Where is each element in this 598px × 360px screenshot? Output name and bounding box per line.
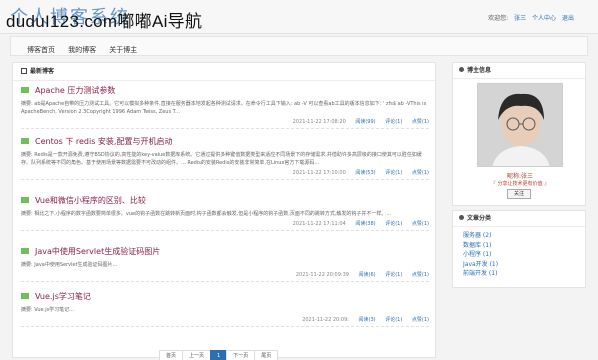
article-meta: 2021-11-22 20:09: 阅读(3) 评论(1) 点赞(1) — [21, 316, 429, 327]
article-comments[interactable]: 评论(1) — [385, 317, 402, 323]
article-reads[interactable]: 阅读(6) — [359, 272, 376, 278]
avatar-photo — [478, 84, 562, 166]
article-summary: 摘要: ab是Apache自带的压力测试工具。它可以模拟多种条件,直接在服务器本… — [21, 101, 427, 115]
list-icon — [21, 68, 27, 74]
article-comments[interactable]: 评论(1) — [385, 170, 402, 176]
pagination: 首页 上一页 1 下一页 尾页 — [159, 342, 279, 360]
tag-icon — [21, 248, 29, 254]
article-date: 2021-11-22 17:11:04 — [292, 221, 346, 227]
article-meta: 2021-11-22 17:11:04 阅读(38) 评论(1) 点赞(1) — [21, 220, 429, 231]
category-item[interactable]: 数据库 (1) — [463, 241, 575, 251]
page-current[interactable]: 1 — [210, 350, 228, 360]
logout-link[interactable]: 退出 — [562, 15, 574, 22]
article-title[interactable]: Centos 下 redis 安装,配置与开机启动 — [21, 136, 429, 147]
article-item: Vue和微信小程序的区别、比较 摘要: 相比之下,小程序的数字函数要简单很多。v… — [21, 195, 429, 231]
category-panel: 文章分类 服务器 (2) 数据库 (1) 小程序 (1) Java开发 (1) … — [452, 210, 586, 288]
panel-header: 最新博客 — [13, 63, 435, 81]
article-date: 2021-11-22 17:10:00 — [292, 170, 346, 176]
page-prev[interactable]: 上一页 — [182, 350, 212, 360]
author-info-panel: 博主信息 昵称:张三 『 分享让技术更有价值 』 关注 — [452, 62, 586, 206]
category-item[interactable]: Java开发 (1) — [463, 260, 575, 270]
article-summary: 摘要: Java中使用Servlet生成验证码图片... — [21, 262, 118, 268]
category-item[interactable]: 小程序 (1) — [463, 250, 575, 260]
article-meta: 2021-11-22 20:09:39 阅读(6) 评论(1) 点赞(1) — [21, 271, 429, 282]
watermark-text: duduI123.com嘟嘟Ai导航 — [6, 12, 203, 31]
follow-button[interactable]: 关注 — [507, 189, 531, 199]
author-avatar — [477, 83, 563, 167]
user-area: 欢迎您: 张三 个人中心 退出 — [484, 13, 574, 22]
article-comments[interactable]: 评论(1) — [385, 221, 402, 227]
tag-icon — [21, 197, 29, 203]
category-icon — [459, 215, 464, 220]
panel-title: 最新博客 — [30, 68, 55, 75]
page-last[interactable]: 尾页 — [254, 350, 279, 360]
article-reads[interactable]: 阅读(53) — [355, 170, 375, 176]
article-summary: 摘要: Vue.js学习笔记... — [21, 307, 74, 313]
article-item: Vue.js学习笔记 摘要: Vue.js学习笔记... 2021-11-22 … — [21, 291, 429, 327]
tag-icon — [21, 87, 29, 93]
top-bar: 个人博客系统 duduI123.com嘟嘟Ai导航 欢迎您: 张三 个人中心 退… — [0, 0, 598, 34]
article-title[interactable]: Vue和微信小程序的区别、比较 — [21, 195, 429, 206]
category-list: 服务器 (2) 数据库 (1) 小程序 (1) Java开发 (1) 前端开发 … — [453, 227, 585, 283]
nav-about[interactable]: 关于博主 — [109, 41, 137, 59]
article-title[interactable]: Java中使用Servlet生成验证码图片 — [21, 246, 429, 257]
article-date: 2021-11-22 20:09: — [302, 317, 349, 323]
category-item[interactable]: 前端开发 (1) — [463, 269, 575, 279]
page-first[interactable]: 首页 — [159, 350, 184, 360]
article-summary: 摘要: 相比之下,小程序的数字函数要简单很多。vue的钩子函数在跳转新页面时,钩… — [21, 211, 392, 217]
article-likes[interactable]: 点赞(1) — [412, 272, 429, 278]
author-name: 昵称:张三 — [506, 173, 534, 180]
article-item: Centos 下 redis 安装,配置与开机启动 摘要: Redis是一款开源… — [21, 136, 429, 180]
article-title[interactable]: Apache 压力测试参数 — [21, 85, 429, 96]
user-icon — [459, 67, 464, 72]
article-likes[interactable]: 点赞(1) — [412, 119, 429, 125]
article-date: 2021-11-22 17:08:20 — [292, 119, 346, 125]
article-item: Apache 压力测试参数 摘要: ab是Apache自带的压力测试工具。它可以… — [21, 85, 429, 129]
article-date: 2021-11-22 20:09:39 — [295, 272, 349, 278]
article-reads[interactable]: 阅读(38) — [355, 221, 375, 227]
article-meta: 2021-11-22 17:10:00 阅读(53) 评论(1) 点赞(1) — [21, 169, 429, 180]
tag-icon — [21, 293, 29, 299]
article-item: Java中使用Servlet生成验证码图片 摘要: Java中使用Servlet… — [21, 246, 429, 282]
welcome-label: 欢迎您: — [488, 15, 509, 22]
tag-icon — [21, 138, 29, 144]
article-likes[interactable]: 点赞(1) — [412, 221, 429, 227]
article-likes[interactable]: 点赞(1) — [412, 317, 429, 323]
main-nav: 博客首页 我的博客 关于博主 — [10, 36, 588, 56]
author-panel-header: 博主信息 — [453, 63, 585, 79]
article-reads[interactable]: 阅读(3) — [359, 317, 376, 323]
article-summary: 摘要: Redis是一款开源免费,遵守BSD协议的,高性能的key-value数… — [21, 152, 422, 166]
category-panel-header: 文章分类 — [453, 211, 585, 227]
article-comments[interactable]: 评论(1) — [385, 119, 402, 125]
latest-blogs-panel: 最新博客 Apache 压力测试参数 摘要: ab是Apache自带的压力测试工… — [12, 62, 436, 360]
personal-center-link[interactable]: 个人中心 — [532, 15, 556, 22]
article-meta: 2021-11-22 17:08:20 阅读(99) 评论(1) 点赞(1) — [21, 118, 429, 129]
article-title[interactable]: Vue.js学习笔记 — [21, 291, 429, 302]
author-motto: 『 分享让技术更有价值 』 — [490, 181, 550, 187]
article-likes[interactable]: 点赞(1) — [412, 170, 429, 176]
page-next[interactable]: 下一页 — [226, 350, 256, 360]
article-reads[interactable]: 阅读(99) — [355, 119, 375, 125]
article-comments[interactable]: 评论(1) — [385, 272, 402, 278]
nav-my-blog[interactable]: 我的博客 — [68, 41, 96, 59]
category-item[interactable]: 服务器 (2) — [463, 231, 575, 241]
nav-blog-home[interactable]: 博客首页 — [27, 41, 55, 59]
username-link[interactable]: 张三 — [514, 15, 526, 22]
